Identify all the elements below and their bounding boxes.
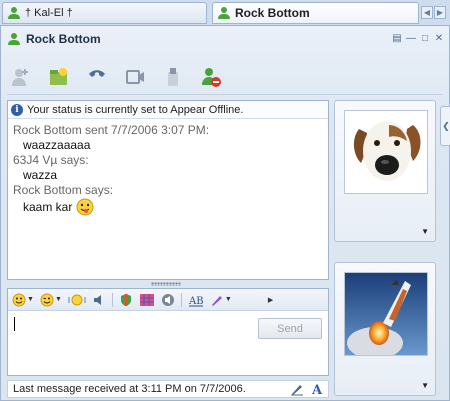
nudge-icon (68, 294, 86, 305)
avatar-menu-chevron-icon[interactable]: ▼ (421, 381, 429, 390)
speaker-icon (93, 294, 101, 305)
tab-scroll: ◀ ▶ (421, 6, 446, 19)
status-notice: i Your status is currently set to Appear… (8, 101, 328, 119)
tab-kal-el[interactable]: † Kal-El † (2, 2, 207, 24)
title-bar: Rock Bottom ▤ — □ ✕ (1, 26, 449, 52)
text-cursor (14, 317, 15, 331)
message-sender: Rock Bottom says: (13, 183, 114, 197)
backgrounds-button[interactable] (139, 293, 155, 307)
divider (111, 292, 113, 307)
svg-text:AB: AB (188, 296, 204, 307)
message-text: waazzaaaaa (23, 138, 91, 152)
invite-icon (12, 69, 28, 86)
toolbar (5, 60, 223, 94)
svg-text:A: A (311, 383, 323, 396)
send-files-button[interactable] (47, 65, 71, 89)
buddy-icon (218, 7, 230, 19)
buddy-icon (8, 7, 20, 19)
nudge-button[interactable] (68, 293, 86, 307)
chat-history[interactable]: i Your status is currently set to Appear… (7, 100, 329, 280)
handwriting-button[interactable]: ▼ (210, 293, 232, 307)
minimize-icon[interactable]: — (405, 32, 417, 44)
send-button[interactable]: Send (258, 318, 322, 339)
smiley-icon (12, 293, 26, 306)
message-text: kaam kar (23, 199, 73, 214)
window-title: Rock Bottom (26, 32, 101, 46)
message-sender: Rock Bottom sent 7/7/2006 3:07 PM: (13, 123, 210, 137)
avatar-menu-chevron-icon[interactable]: ▼ (421, 227, 429, 236)
message-list: Rock Bottom sent 7/7/2006 3:07 PM: waazz… (8, 119, 328, 220)
tab-scroll-right-icon[interactable]: ▶ (434, 6, 446, 19)
my-avatar[interactable] (344, 272, 428, 356)
maximize-icon[interactable]: □ (419, 32, 431, 44)
video-icon (126, 70, 144, 84)
grid-icon (139, 293, 154, 306)
games-button[interactable] (119, 293, 133, 307)
emoticons-button[interactable]: ▼ (12, 293, 34, 307)
chevron-down-icon: ▼ (27, 296, 34, 303)
format-toolbar: ▼ ▼ AB ▼ ▶ (8, 289, 328, 311)
block-button[interactable] (199, 65, 223, 89)
contact-avatar-frame: ▼ (334, 100, 436, 242)
status-notice-text: Your status is currently set to Appear O… (27, 103, 244, 116)
menu-icon[interactable]: ▤ (391, 32, 403, 44)
font-button[interactable]: AB (188, 293, 204, 307)
window-controls: ▤ — □ ✕ (391, 32, 445, 44)
tab-rock-bottom[interactable]: Rock Bottom (212, 2, 419, 24)
speaker-round-icon (161, 293, 174, 306)
close-icon[interactable]: ✕ (433, 32, 445, 44)
voice-clip-button[interactable] (92, 293, 106, 307)
video-button[interactable] (123, 65, 147, 89)
info-icon: i (11, 103, 23, 116)
compose-area: ▼ ▼ AB ▼ ▶ Send (7, 288, 329, 376)
tab-label: † Kal-El † (25, 7, 73, 19)
collapse-sidebar-icon[interactable]: ❮ (440, 106, 450, 146)
overflow-chevron-icon[interactable]: ▶ (268, 296, 273, 304)
last-message-status: Last message received at 3:11 PM on 7/7/… (7, 380, 329, 398)
call-button[interactable] (85, 65, 109, 89)
block-icon (202, 68, 221, 87)
chevron-down-icon: ▼ (224, 296, 232, 303)
last-message-text: Last message received at 3:11 PM on 7/7/… (13, 383, 246, 395)
input-mode-icons: A (290, 382, 324, 396)
font-icon: AB (188, 296, 204, 307)
shield-icon (120, 293, 131, 306)
splitter-handle[interactable] (151, 282, 181, 286)
contact-avatar[interactable] (344, 110, 428, 194)
tab-label: Rock Bottom (235, 6, 310, 20)
divider (180, 292, 182, 307)
winks-button[interactable]: ▼ (40, 293, 62, 307)
buddy-icon (8, 33, 20, 45)
dog-picture (345, 111, 427, 193)
shuttle-launch-picture (345, 273, 427, 355)
tongue-out-emoticon-icon (76, 198, 94, 216)
tab-strip: † Kal-El † Rock Bottom ◀ ▶ (0, 0, 450, 26)
chevron-down-icon: ▼ (54, 296, 62, 303)
brush-icon (211, 295, 222, 306)
activities-icon (168, 68, 178, 86)
my-avatar-frame: ▼ (334, 262, 436, 396)
conversation-window: Rock Bottom ▤ — □ ✕ i Your status is cur… (0, 26, 450, 401)
send-files-icon (50, 68, 67, 85)
wink-icon (40, 293, 54, 306)
call-icon (89, 70, 105, 77)
message-row: kaam kar (13, 198, 323, 216)
text-mode-icon[interactable]: A (310, 382, 324, 396)
invite-button[interactable] (9, 65, 33, 89)
pen-icon[interactable] (290, 382, 304, 396)
tab-scroll-left-icon[interactable]: ◀ (421, 6, 433, 19)
activities-button[interactable] (161, 65, 185, 89)
toolbar-divider (7, 94, 443, 95)
sounds-button[interactable] (161, 293, 175, 307)
message-sender: 63J4 Vµ says: (13, 153, 89, 167)
message-text: wazza (23, 168, 58, 182)
